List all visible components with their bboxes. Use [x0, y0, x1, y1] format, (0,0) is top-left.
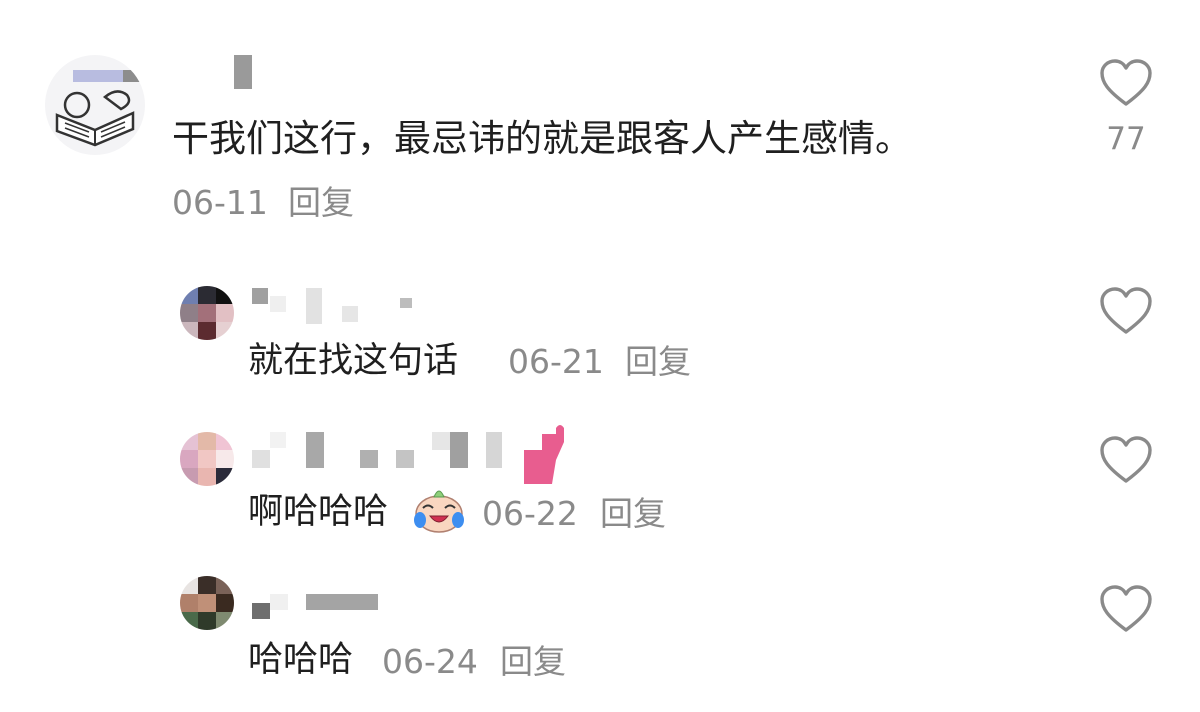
avatar[interactable]: [180, 432, 234, 486]
reply-date: 06-21: [508, 342, 604, 381]
reply-date: 06-22: [482, 494, 578, 533]
username-blurred[interactable]: [234, 55, 252, 89]
reply-text: 哈哈哈: [248, 640, 354, 680]
reply-button[interactable]: 回复: [500, 645, 566, 678]
reply-button[interactable]: 回复: [288, 186, 354, 219]
comment-text: 干我们这行，最忌讳的就是跟客人产生感情。: [172, 117, 912, 160]
heart-icon[interactable]: [1099, 584, 1153, 634]
pink-badge-icon: [524, 425, 564, 484]
heart-icon[interactable]: [1099, 58, 1153, 108]
reply-button[interactable]: 回复: [625, 345, 691, 378]
avatar[interactable]: [45, 55, 145, 155]
reply-button[interactable]: 回复: [600, 497, 666, 530]
reading-person-icon: [55, 70, 143, 147]
heart-icon[interactable]: [1099, 286, 1153, 336]
like-count: 77: [1106, 121, 1146, 157]
heart-icon[interactable]: [1099, 435, 1153, 485]
avatar[interactable]: [180, 576, 234, 630]
reply-text: 就在找这句话: [248, 341, 459, 381]
avatar[interactable]: [180, 286, 234, 340]
comment-date: 06-11: [172, 183, 268, 222]
reply-text: 啊哈哈哈: [248, 492, 389, 532]
laughing-crying-face-emoji: [414, 490, 464, 533]
reply-date: 06-24: [382, 642, 478, 681]
